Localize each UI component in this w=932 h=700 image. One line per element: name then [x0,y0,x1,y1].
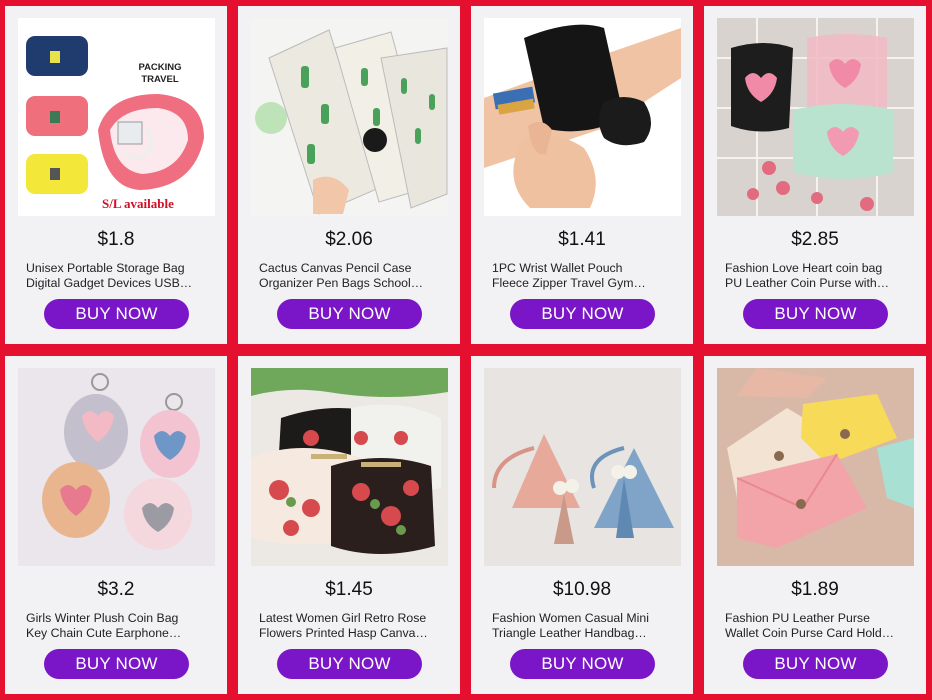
heart-coin-bag-image[interactable] [717,18,914,216]
product-price: $10.98 [552,579,612,600]
product-title-line: Girls Winter Plush Coin Bag [26,611,179,625]
product-title-line: Key Chain Cute Earphone… [26,626,182,640]
triangle-handbag-image[interactable] [484,368,681,566]
product-card[interactable]: $2.85 Fashion Love Heart coin bag PU Lea… [704,6,926,344]
plush-coin-bag-image[interactable] [18,368,215,566]
product-title-line: Fashion Women Casual Mini [492,611,649,625]
buy-now-button[interactable]: BUY NOW [277,649,422,679]
product-title-line: Cactus Canvas Pencil Case [259,261,412,275]
product-title-line: Fashion Love Heart coin bag [725,261,883,275]
buy-now-button[interactable]: BUY NOW [510,299,655,329]
buy-now-button[interactable]: BUY NOW [277,299,422,329]
buy-now-button[interactable]: BUY NOW [44,649,189,679]
pencil-case-image[interactable] [251,18,448,216]
product-title-line: Triangle Leather Handbag… [492,626,647,640]
product-card[interactable]: $1.89 Fashion PU Leather Purse Wallet Co… [704,356,926,694]
product-price: $1.8 [97,229,135,250]
image-text-packing: PACKING [138,62,181,73]
product-card[interactable]: $10.98 Fashion Women Casual Mini Triangl… [471,356,693,694]
buy-now-button[interactable]: BUY NOW [510,649,655,679]
product-price: $2.06 [325,229,373,250]
product-title[interactable]: Unisex Portable Storage Bag Digital Gadg… [26,261,212,291]
product-title[interactable]: Cactus Canvas Pencil Case Organizer Pen … [259,261,445,291]
product-card[interactable]: $2.06 Cactus Canvas Pencil Case Organize… [238,6,460,344]
storage-bag-image[interactable]: PACKING TRAVEL S/L available [18,18,215,216]
product-price: $2.85 [791,229,839,250]
product-title-line: Latest Women Girl Retro Rose [259,611,427,625]
product-card[interactable]: PACKING TRAVEL S/L available $1.8 Unisex… [5,6,227,344]
product-card[interactable]: $1.41 1PC Wrist Wallet Pouch Fleece Zipp… [471,6,693,344]
product-title-line: Fleece Zipper Travel Gym… [492,276,646,290]
wrist-wallet-image[interactable] [484,18,681,216]
product-title[interactable]: Fashion PU Leather Purse Wallet Coin Pur… [725,611,911,641]
product-title-line: Fashion PU Leather Purse [725,611,870,625]
product-title-line: Digital Gadget Devices USB… [26,276,193,290]
buy-now-button[interactable]: BUY NOW [743,649,888,679]
product-title-line: Unisex Portable Storage Bag [26,261,185,275]
product-title[interactable]: Latest Women Girl Retro Rose Flowers Pri… [259,611,445,641]
product-card[interactable]: $1.45 Latest Women Girl Retro Rose Flowe… [238,356,460,694]
product-card[interactable]: $3.2 Girls Winter Plush Coin Bag Key Cha… [5,356,227,694]
product-title[interactable]: 1PC Wrist Wallet Pouch Fleece Zipper Tra… [492,261,678,291]
product-price: $1.41 [558,229,606,250]
product-title[interactable]: Fashion Love Heart coin bag PU Leather C… [725,261,911,291]
product-price: $1.45 [325,579,373,600]
buy-now-button[interactable]: BUY NOW [44,299,189,329]
product-title[interactable]: Girls Winter Plush Coin Bag Key Chain Cu… [26,611,212,641]
product-title-line: Wallet Coin Purse Card Hold… [725,626,895,640]
product-title[interactable]: Fashion Women Casual Mini Triangle Leath… [492,611,678,641]
buy-now-button[interactable]: BUY NOW [743,299,888,329]
product-price: $3.2 [97,579,135,600]
image-text-travel: TRAVEL [141,74,178,85]
rose-purse-image[interactable] [251,368,448,566]
product-title-line: Flowers Printed Hasp Canva… [259,626,428,640]
product-title-line: 1PC Wrist Wallet Pouch [492,261,623,275]
product-title-line: PU Leather Coin Purse with… [725,276,890,290]
leather-purse-image[interactable] [717,368,914,566]
image-text-available: S/L available [102,196,174,211]
product-price: $1.89 [791,579,839,600]
product-title-line: Organizer Pen Bags School… [259,276,424,290]
product-grid: PACKING TRAVEL S/L available $1.8 Unisex… [0,0,932,700]
